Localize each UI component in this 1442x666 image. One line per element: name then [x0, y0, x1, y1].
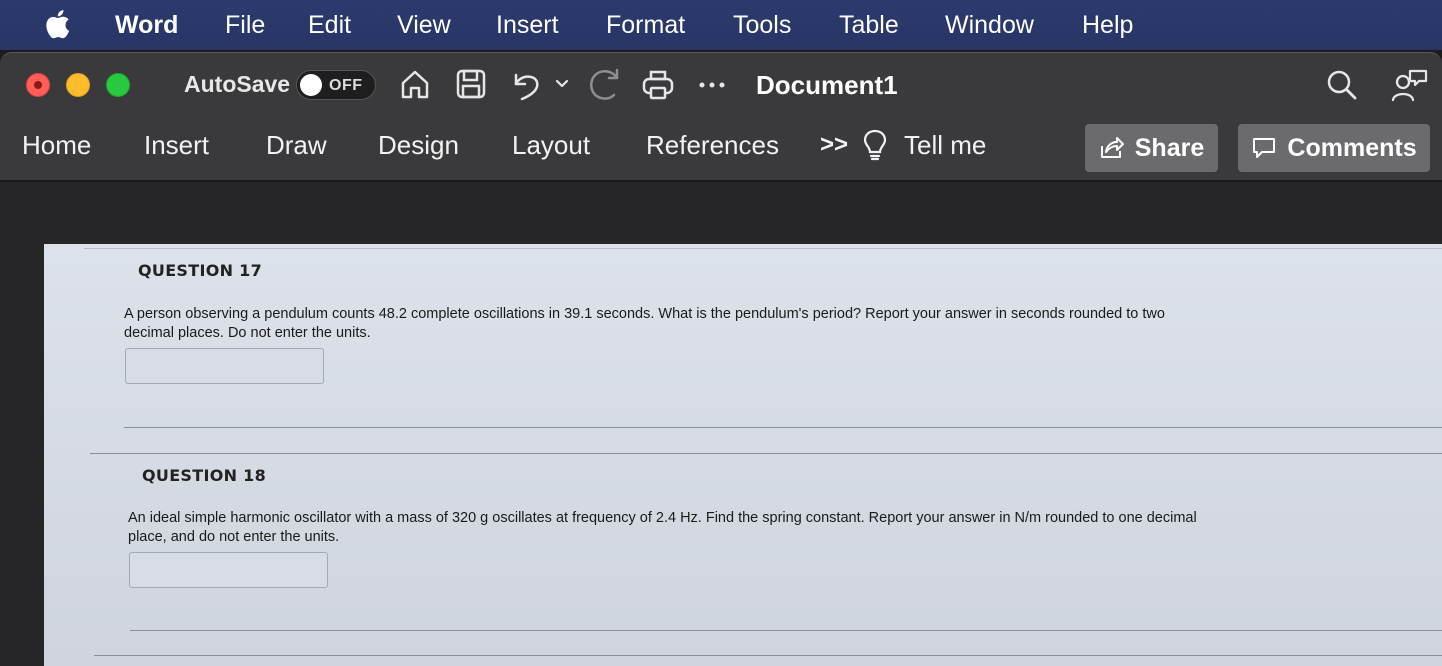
redo-icon[interactable]: [586, 67, 622, 103]
question-17-answer-input[interactable]: [125, 348, 324, 384]
macos-menu-bar: Word File Edit View Insert Format Tools …: [0, 0, 1442, 50]
autosave-label: AutoSave: [184, 71, 291, 97]
menu-format[interactable]: Format: [606, 10, 685, 40]
divider: [90, 453, 1442, 454]
undo-icon[interactable]: [508, 67, 544, 103]
menu-file[interactable]: File: [225, 10, 265, 40]
menu-table[interactable]: Table: [839, 10, 899, 40]
search-icon[interactable]: [1325, 68, 1359, 102]
menu-window[interactable]: Window: [945, 10, 1034, 40]
tab-design[interactable]: Design: [378, 130, 459, 161]
autosave-state: OFF: [329, 77, 363, 94]
menu-view[interactable]: View: [397, 10, 451, 40]
document-title: Document1: [756, 70, 898, 100]
share-icon: [1100, 137, 1124, 158]
tell-me-area[interactable]: >> Tell me: [820, 128, 986, 162]
menu-edit[interactable]: Edit: [308, 10, 351, 40]
comment-icon: [1253, 138, 1276, 158]
comments-label: Comments: [1287, 133, 1417, 162]
question-17-line-2: decimal places. Do not enter the units.: [124, 325, 371, 341]
share-button[interactable]: Share: [1085, 124, 1218, 172]
more-icon[interactable]: [698, 81, 726, 89]
divider: [130, 630, 1442, 631]
question-18-line-1: An ideal simple harmonic oscillator with…: [128, 510, 1197, 526]
toggle-knob: [300, 74, 322, 96]
window-title-bar: AutoSave OFF Document1: [0, 52, 1442, 116]
autosave-toggle[interactable]: OFF: [296, 70, 376, 100]
apple-logo-icon[interactable]: [44, 9, 70, 39]
comments-button[interactable]: Comments: [1238, 124, 1430, 172]
divider: [94, 655, 1442, 656]
save-icon[interactable]: [454, 67, 488, 101]
tab-layout[interactable]: Layout: [512, 130, 590, 161]
question-18-title: QUESTION 18: [142, 466, 267, 485]
zoom-window-button[interactable]: [106, 73, 130, 97]
ribbon-tab-bar: Home Insert Draw Design Layout Reference…: [0, 116, 1442, 182]
question-18-line-2: place, and do not enter the units.: [128, 529, 340, 545]
tab-insert[interactable]: Insert: [144, 130, 209, 161]
tell-me-label[interactable]: Tell me: [904, 130, 986, 161]
tab-draw[interactable]: Draw: [266, 130, 327, 161]
question-17-line-1: A person observing a pendulum counts 48.…: [124, 306, 1165, 322]
menu-insert[interactable]: Insert: [496, 10, 559, 40]
account-icon[interactable]: [1390, 67, 1430, 103]
tab-references[interactable]: References: [646, 130, 779, 161]
document-page: QUESTION 17 A person observing a pendulu…: [44, 244, 1442, 666]
home-icon[interactable]: [398, 67, 432, 101]
share-label: Share: [1134, 133, 1205, 162]
question-17-title: QUESTION 17: [138, 261, 263, 280]
menu-tools[interactable]: Tools: [733, 10, 791, 40]
print-icon[interactable]: [640, 67, 676, 103]
minimize-window-button[interactable]: [66, 73, 90, 97]
close-window-button[interactable]: [26, 73, 50, 97]
lightbulb-icon: [863, 129, 887, 161]
tab-home[interactable]: Home: [22, 130, 91, 161]
divider: [84, 248, 1442, 249]
divider: [124, 427, 1442, 428]
menu-app-word[interactable]: Word: [115, 10, 178, 40]
question-18-answer-input[interactable]: [129, 552, 328, 588]
chevron-down-icon[interactable]: [554, 77, 570, 91]
ribbon-overflow-button[interactable]: >>: [820, 131, 848, 159]
menu-help[interactable]: Help: [1082, 10, 1133, 40]
